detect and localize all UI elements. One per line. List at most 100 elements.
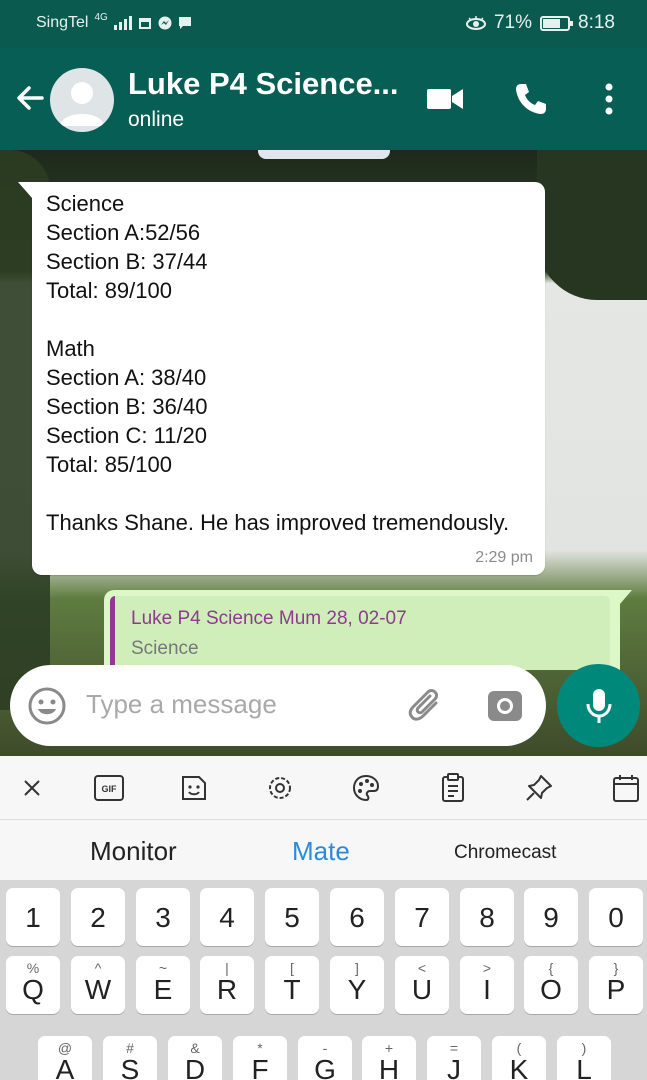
eye-comfort-icon	[465, 16, 486, 30]
key-label: S	[120, 1054, 140, 1080]
key-label: O	[540, 974, 562, 1005]
key[interactable]: & D	[168, 1036, 222, 1080]
back-arrow-icon[interactable]	[12, 80, 48, 116]
key-label: 6	[349, 902, 365, 933]
gif-button[interactable]: GIF	[93, 772, 125, 804]
message-text: Science Section A:52/56 Section B: 37/44…	[46, 191, 510, 535]
key-label: 2	[90, 902, 106, 933]
battery-icon	[540, 15, 574, 31]
sticker-button[interactable]	[178, 772, 210, 804]
message-composer	[10, 665, 546, 746]
more-options-button[interactable]	[588, 78, 630, 120]
key[interactable]: 1	[6, 888, 60, 946]
pin-button[interactable]	[523, 772, 555, 804]
message-time: 2:29 pm	[475, 549, 533, 566]
sticker-icon	[182, 776, 206, 800]
key[interactable]: 5	[265, 888, 319, 946]
key-label: I	[483, 974, 491, 1005]
suggestion-word[interactable]: Mate	[292, 836, 350, 867]
key-label: E	[153, 974, 173, 1005]
key[interactable]: {O	[524, 956, 578, 1014]
key[interactable]: > I	[460, 956, 514, 1014]
key[interactable]: # S	[103, 1036, 157, 1080]
avatar[interactable]	[50, 68, 114, 132]
chat-title[interactable]: Luke P4 Science...	[128, 66, 399, 102]
calendar-button[interactable]	[610, 772, 642, 804]
voice-record-button[interactable]	[557, 664, 640, 747]
outgoing-message[interactable]: Luke P4 Science Mum 28, 02-07 Science	[104, 590, 632, 670]
key[interactable]: 3	[136, 888, 190, 946]
emoji-icon[interactable]	[28, 687, 66, 725]
key[interactable]: [T	[265, 956, 319, 1014]
key-label: K	[509, 1054, 529, 1080]
calendar-icon	[613, 775, 639, 802]
key-label: 7	[414, 902, 430, 933]
key[interactable]: -G	[298, 1036, 352, 1080]
quoted-message[interactable]: Luke P4 Science Mum 28, 02-07 Science	[110, 596, 610, 670]
key[interactable]: 0	[589, 888, 643, 946]
pin-icon	[526, 775, 552, 801]
key[interactable]: = J	[427, 1036, 481, 1080]
attachment-icon[interactable]	[406, 685, 448, 727]
key-label: L	[576, 1054, 592, 1080]
theme-button[interactable]	[350, 772, 382, 804]
incoming-message[interactable]: Science Section A:52/56 Section B: 37/44…	[18, 182, 545, 575]
key[interactable]: ] Y	[330, 956, 384, 1014]
key-label: 3	[155, 902, 171, 933]
close-toolbar-button[interactable]	[16, 772, 48, 804]
camera-icon[interactable]	[486, 687, 524, 725]
clipboard-button[interactable]	[437, 772, 469, 804]
key[interactable]: ~ E	[136, 956, 190, 1014]
key-label: A	[55, 1054, 75, 1080]
key-label: 4	[219, 902, 235, 933]
key-label: D	[184, 1054, 206, 1080]
settings-icon	[269, 777, 291, 799]
key[interactable]: 6	[330, 888, 384, 946]
key[interactable]: 7	[395, 888, 449, 946]
clipboard-icon	[442, 773, 464, 802]
carrier-name: SingTel	[36, 14, 89, 31]
more-options-icon	[605, 83, 613, 115]
keyboard-settings-button[interactable]	[264, 772, 296, 804]
battery-percent: 71%	[493, 12, 533, 33]
chat-header: Luke P4 Science... online	[0, 48, 647, 150]
close-icon	[24, 780, 40, 796]
wallpaper-foliage	[537, 150, 647, 300]
video-call-icon	[427, 89, 463, 109]
key[interactable]: 9	[524, 888, 578, 946]
voice-call-button[interactable]	[510, 78, 552, 120]
key[interactable]: % Q	[6, 956, 60, 1014]
suggestion-strip: Monitor Mate Chromecast	[0, 820, 647, 880]
key[interactable]: 2	[71, 888, 125, 946]
gif-icon: GIF	[94, 775, 124, 801]
key[interactable]: * F	[233, 1036, 287, 1080]
key[interactable]: | R	[200, 956, 254, 1014]
battery-fill	[543, 18, 561, 28]
phone-icon	[516, 84, 546, 114]
status-left: SingTel 4G	[36, 11, 192, 32]
suggestion-word[interactable]: Monitor	[90, 836, 177, 867]
default-avatar-icon	[60, 82, 104, 126]
key[interactable]: 4	[200, 888, 254, 946]
key[interactable]: ^ W	[71, 956, 125, 1014]
key[interactable]: + H	[362, 1036, 416, 1080]
key[interactable]: @ A	[38, 1036, 92, 1080]
message-notification-icon	[178, 17, 191, 29]
message-input[interactable]	[86, 689, 386, 720]
messenger-notification-icon	[158, 16, 172, 30]
quote-text: Science	[131, 638, 199, 659]
key-label: Y	[347, 974, 367, 1005]
key[interactable]: (K	[492, 1036, 546, 1080]
suggestion-word[interactable]: Chromecast	[454, 842, 556, 864]
video-call-button[interactable]	[424, 78, 466, 120]
theme-icon	[352, 774, 380, 802]
network-type: 4G	[94, 11, 108, 23]
key-label: 5	[284, 902, 300, 933]
key-label: F	[251, 1054, 269, 1080]
key[interactable]: 8	[460, 888, 514, 946]
key[interactable]: ) L	[557, 1036, 611, 1080]
scroll-chip	[258, 150, 390, 159]
status-right: 71% 8:18	[465, 12, 615, 34]
key[interactable]: } P	[589, 956, 643, 1014]
key[interactable]: < U	[395, 956, 449, 1014]
